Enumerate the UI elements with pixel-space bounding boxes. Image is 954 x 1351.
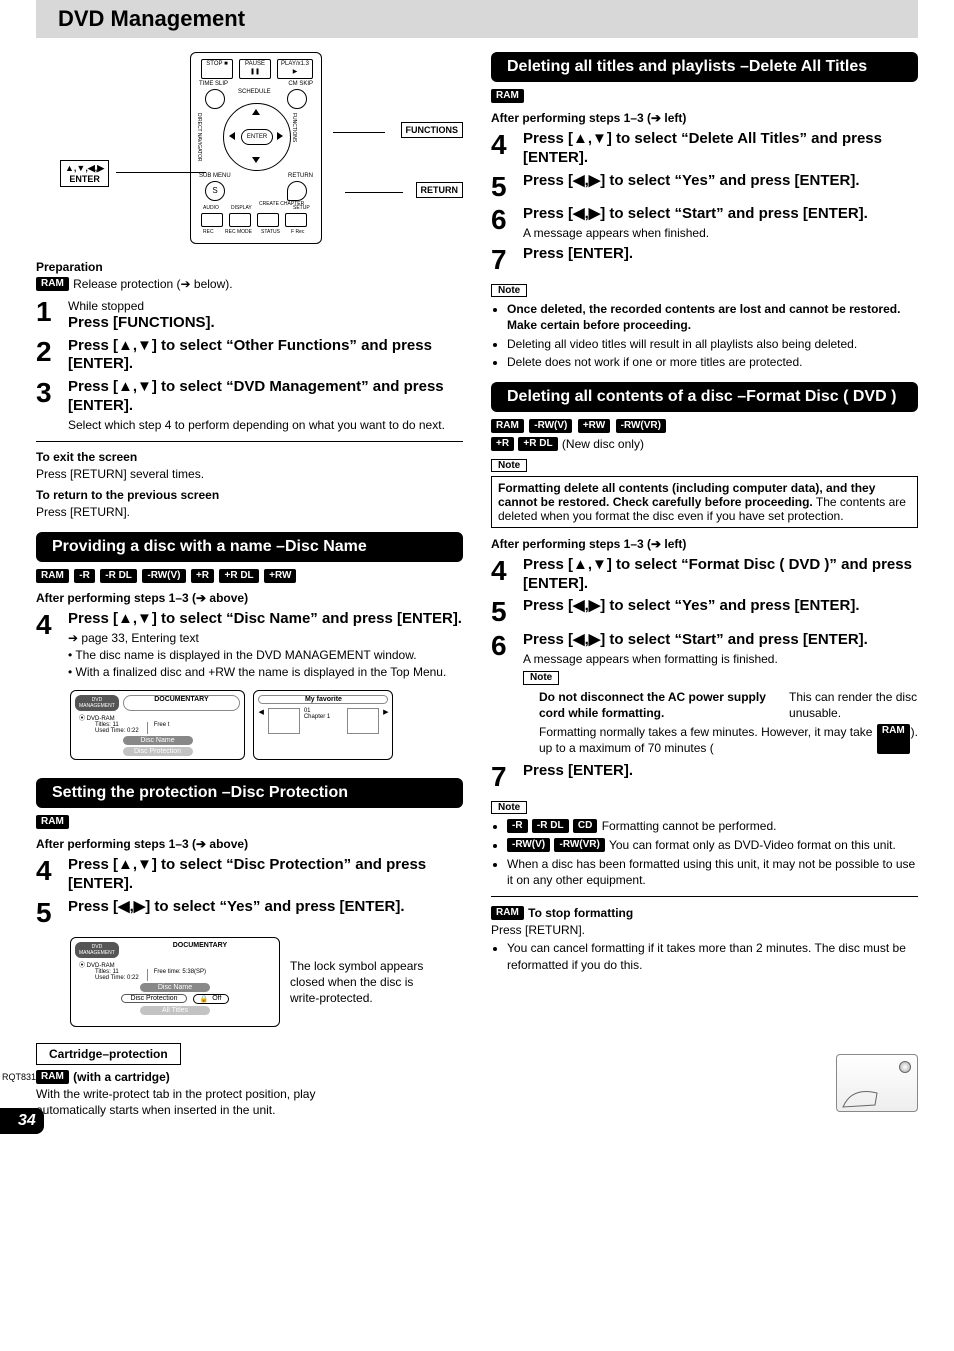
left-column: STOP ■ PAUSE ❚❚ PLAY/x1.3 ▶ TIME SLIP CM… (36, 52, 463, 1118)
lock-icon: 🔒 (200, 995, 209, 1003)
remote-return-label-small: RETURN (288, 173, 313, 179)
initial-steps: 1 While stopped Press [FUNCTIONS]. 2 Pre… (36, 297, 463, 433)
remote-play-button: PLAY/x1.3 ▶ (277, 59, 313, 79)
badge-ram: RAM (36, 815, 69, 829)
badge-ram: RAM (36, 277, 69, 291)
remote-diagram: STOP ■ PAUSE ❚❚ PLAY/x1.3 ▶ TIME SLIP CM… (60, 52, 463, 252)
remote-submenu-label: SUB MENU (199, 173, 231, 179)
page-title: DVD Management (58, 6, 908, 32)
remote-timeslip-button (205, 89, 225, 109)
remote-display-label: DISPLAY (231, 205, 252, 211)
remote-status-label: STATUS (261, 229, 280, 235)
remote-direct-nav-label: DIRECT NAVIGATOR (196, 113, 202, 162)
cartridge-protection-heading: Cartridge–protection (36, 1043, 181, 1065)
remote-dpad-arrows-icon (223, 103, 289, 169)
after-steps-above: After performing steps 1–3 (➔ above) (36, 590, 463, 606)
screenshot-disc-protection: DVD MANAGEMENT DOCUMENTARY ⦿ DVD-RAM Tit… (70, 937, 280, 1027)
remote-functions-label-small: FUNCTIONS (291, 113, 297, 142)
page-number: 34 (0, 1108, 44, 1134)
right-column: Deleting all titles and playlists –Delet… (491, 52, 918, 1118)
remote-recmode-label: REC MODE (225, 229, 252, 235)
hand-icon (841, 1085, 881, 1109)
remote-rec-label: REC (203, 229, 214, 235)
remote-frec-label: F Rec (291, 229, 304, 235)
callout-functions: FUNCTIONS (401, 122, 464, 138)
preparation-heading: Preparation (36, 260, 463, 274)
remote-outline: STOP ■ PAUSE ❚❚ PLAY/x1.3 ▶ TIME SLIP CM… (190, 52, 322, 244)
remote-stop-button: STOP ■ (201, 59, 233, 79)
step-num: 1 (36, 297, 68, 333)
remote-return-button (287, 181, 307, 201)
section-disc-name: Providing a disc with a name –Disc Name (36, 532, 463, 562)
screenshot-top-menu: My favorite ◀ 01 Chapter 1 ▶ (253, 690, 393, 760)
remote-time-slip-label: TIME SLIP (199, 81, 228, 87)
doc-code: RQT8314 (2, 1072, 41, 1082)
exit-heading: To exit the screen (36, 450, 463, 464)
disc-name-badges: RAM -R -R DL -RW(V) +R +R DL +RW (36, 568, 463, 586)
page-title-bar: DVD Management (36, 0, 918, 38)
section-disc-protection: Setting the protection –Disc Protection (36, 778, 463, 808)
cartridge-text: With the write-protect tab in the protec… (36, 1086, 336, 1118)
format-warning-box: Formatting delete all contents (includin… (491, 476, 918, 528)
exit-text: Press [RETURN] several times. (36, 466, 463, 482)
cartridge-illustration (836, 1054, 918, 1112)
section-format-disc: Deleting all contents of a disc –Format … (491, 382, 918, 412)
section-delete-all: Deleting all titles and playlists –Delet… (491, 52, 918, 82)
remote-s-button: S (205, 181, 225, 201)
remote-pause-button: PAUSE ❚❚ (239, 59, 271, 79)
remote-cmskip-label: CM SKIP (288, 81, 313, 87)
callout-arrows-enter: ▲,▼,◀,▶ ENTER (60, 160, 109, 187)
screenshot-dvd-management-1: DVD MANAGEMENT DOCUMENTARY ⦿ DVD-RAM Tit… (70, 690, 245, 760)
preparation-text: Release protection (➔ below). (73, 277, 232, 291)
remote-cmskip-button (287, 89, 307, 109)
remote-setup-label: SETUP (293, 205, 310, 211)
note-label: Note (491, 284, 527, 297)
lock-note: The lock symbol appears closed when the … (290, 958, 430, 1007)
remote-schedule-label: SCHEDULE (238, 89, 271, 95)
prev-heading: To return to the previous screen (36, 488, 463, 502)
prev-text: Press [RETURN]. (36, 504, 463, 520)
callout-return: RETURN (416, 182, 464, 198)
remote-audio-label: AUDIO (203, 205, 219, 211)
